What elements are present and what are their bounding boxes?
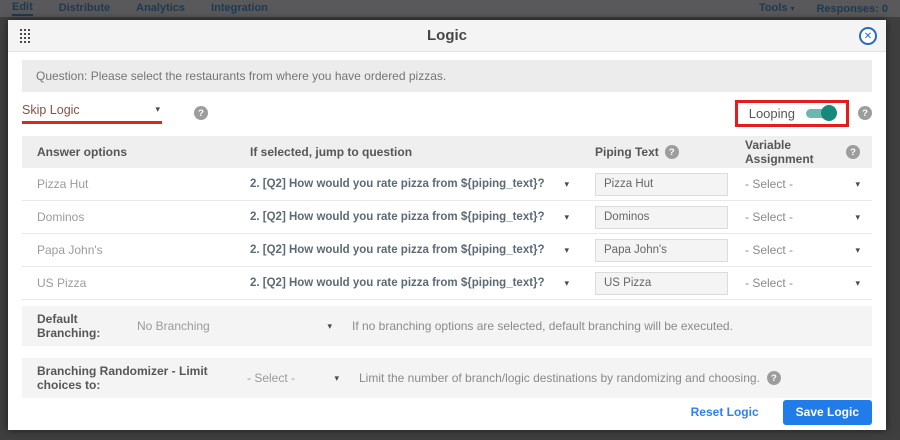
looping-toggle[interactable] (806, 108, 836, 119)
chevron-down-icon: ▾ (564, 180, 569, 189)
variable-assignment-value: - Select - (745, 243, 793, 257)
responses-count: Responses: 0 (816, 3, 888, 15)
close-icon[interactable]: ✕ (859, 27, 877, 45)
dialog-title: Logic (8, 27, 886, 44)
variable-assignment-dropdown[interactable]: - Select - ▾ (737, 276, 872, 290)
tab-integration[interactable]: Integration (211, 2, 268, 15)
default-branching-label: Default Branching: (37, 312, 137, 340)
tab-analytics[interactable]: Analytics (136, 2, 185, 15)
variable-assignment-dropdown[interactable]: - Select - ▾ (737, 210, 872, 224)
branching-table: Answer options If selected, jump to ques… (22, 136, 872, 300)
header-answer-options: Answer options (22, 145, 242, 159)
variable-assignment-value: - Select - (745, 210, 793, 224)
looping-highlight-box: Looping (735, 100, 849, 127)
randomizer-value: - Select - (247, 371, 295, 385)
chevron-down-icon: ▾ (334, 374, 339, 383)
header-piping-text: Piping Text ? (587, 145, 737, 159)
piping-text-input[interactable] (595, 173, 728, 196)
header-variable-label: Variable Assignment (745, 138, 840, 166)
table-row: Papa John's 2. [Q2] How would you rate p… (22, 234, 872, 267)
piping-text-input[interactable] (595, 272, 728, 295)
dialog-header: Logic ✕ (8, 20, 886, 52)
chevron-down-icon: ▾ (855, 279, 860, 288)
tools-dropdown[interactable]: Tools▾ (759, 2, 795, 15)
jump-question-value: 2. [Q2] How would you rate pizza from ${… (250, 178, 545, 190)
top-menu-bar: Edit Distribute Analytics Integration To… (0, 0, 900, 17)
answer-option-label: US Pizza (22, 276, 242, 290)
default-branching-section: Default Branching: No Branching ▾ If no … (22, 306, 872, 346)
jump-question-dropdown[interactable]: 2. [Q2] How would you rate pizza from ${… (242, 277, 587, 289)
tab-edit[interactable]: Edit (12, 1, 33, 16)
top-menu-right: Tools▾ Responses: 0 (759, 2, 888, 15)
jump-question-dropdown[interactable]: 2. [Q2] How would you rate pizza from ${… (242, 244, 587, 256)
variable-assignment-dropdown[interactable]: - Select - ▾ (737, 243, 872, 257)
looping-label: Looping (749, 106, 795, 121)
answer-option-label: Dominos (22, 210, 242, 224)
header-piping-label: Piping Text (595, 145, 659, 159)
top-menu-left: Edit Distribute Analytics Integration (12, 1, 268, 16)
chevron-down-icon: ▾ (564, 246, 569, 255)
chevron-down-icon: ▾ (855, 213, 860, 222)
chevron-down-icon: ▾ (564, 279, 569, 288)
chevron-down-icon: ▾ (327, 322, 332, 331)
randomizer-dropdown[interactable]: - Select - ▾ (247, 371, 339, 385)
tools-label: Tools (759, 2, 788, 14)
answer-option-label: Pizza Hut (22, 177, 242, 191)
default-branching-value: No Branching (137, 319, 210, 333)
help-icon[interactable]: ? (767, 371, 781, 385)
chevron-down-icon: ▾ (790, 4, 794, 13)
randomizer-description: Limit the number of branch/logic destina… (359, 371, 781, 385)
table-header-row: Answer options If selected, jump to ques… (22, 136, 872, 168)
help-icon[interactable]: ? (846, 145, 860, 159)
toggle-knob (821, 105, 837, 121)
jump-question-dropdown[interactable]: 2. [Q2] How would you rate pizza from ${… (242, 211, 587, 223)
piping-text-input[interactable] (595, 239, 728, 262)
reset-logic-link[interactable]: Reset Logic (691, 405, 759, 419)
logic-type-dropdown[interactable]: Skip Logic ▾ (22, 103, 162, 124)
randomizer-label: Branching Randomizer - Limit choices to: (37, 364, 247, 392)
default-branching-dropdown[interactable]: No Branching ▾ (137, 319, 332, 333)
variable-assignment-value: - Select - (745, 177, 793, 191)
tab-distribute[interactable]: Distribute (59, 2, 110, 15)
table-row: Dominos 2. [Q2] How would you rate pizza… (22, 201, 872, 234)
table-row: US Pizza 2. [Q2] How would you rate pizz… (22, 267, 872, 300)
header-jump-to-question: If selected, jump to question (242, 145, 587, 159)
chevron-down-icon: ▾ (855, 180, 860, 189)
variable-assignment-value: - Select - (745, 276, 793, 290)
logic-dialog: Logic ✕ Question: Please select the rest… (8, 20, 886, 430)
jump-question-value: 2. [Q2] How would you rate pizza from ${… (250, 211, 545, 223)
table-row: Pizza Hut 2. [Q2] How would you rate piz… (22, 168, 872, 201)
help-icon[interactable]: ? (194, 106, 208, 120)
jump-question-value: 2. [Q2] How would you rate pizza from ${… (250, 244, 545, 256)
chevron-down-icon: ▾ (564, 213, 569, 222)
piping-text-input[interactable] (595, 206, 728, 229)
help-icon[interactable]: ? (858, 106, 872, 120)
help-icon[interactable]: ? (665, 145, 679, 159)
question-text: Question: Please select the restaurants … (22, 60, 872, 92)
variable-assignment-dropdown[interactable]: - Select - ▾ (737, 177, 872, 191)
save-logic-button[interactable]: Save Logic (783, 400, 872, 425)
chevron-down-icon: ▾ (155, 105, 160, 114)
looping-wrap: Looping ? (735, 100, 872, 127)
dialog-footer: Reset Logic Save Logic (8, 398, 886, 430)
answer-option-label: Papa John's (22, 243, 242, 257)
logic-type-wrap: Skip Logic ▾ ? (22, 103, 208, 124)
logic-controls-row: Skip Logic ▾ ? Looping ? (22, 98, 872, 128)
header-variable-assignment: Variable Assignment ? (737, 138, 872, 166)
header-jump-label: If selected, jump to question (250, 145, 412, 159)
randomizer-description-text: Limit the number of branch/logic destina… (359, 371, 760, 385)
branching-randomizer-section: Branching Randomizer - Limit choices to:… (22, 358, 872, 398)
jump-question-dropdown[interactable]: 2. [Q2] How would you rate pizza from ${… (242, 178, 587, 190)
chevron-down-icon: ▾ (855, 246, 860, 255)
jump-question-value: 2. [Q2] How would you rate pizza from ${… (250, 277, 545, 289)
default-branching-description: If no branching options are selected, de… (352, 319, 733, 333)
logic-type-value: Skip Logic (22, 103, 80, 117)
